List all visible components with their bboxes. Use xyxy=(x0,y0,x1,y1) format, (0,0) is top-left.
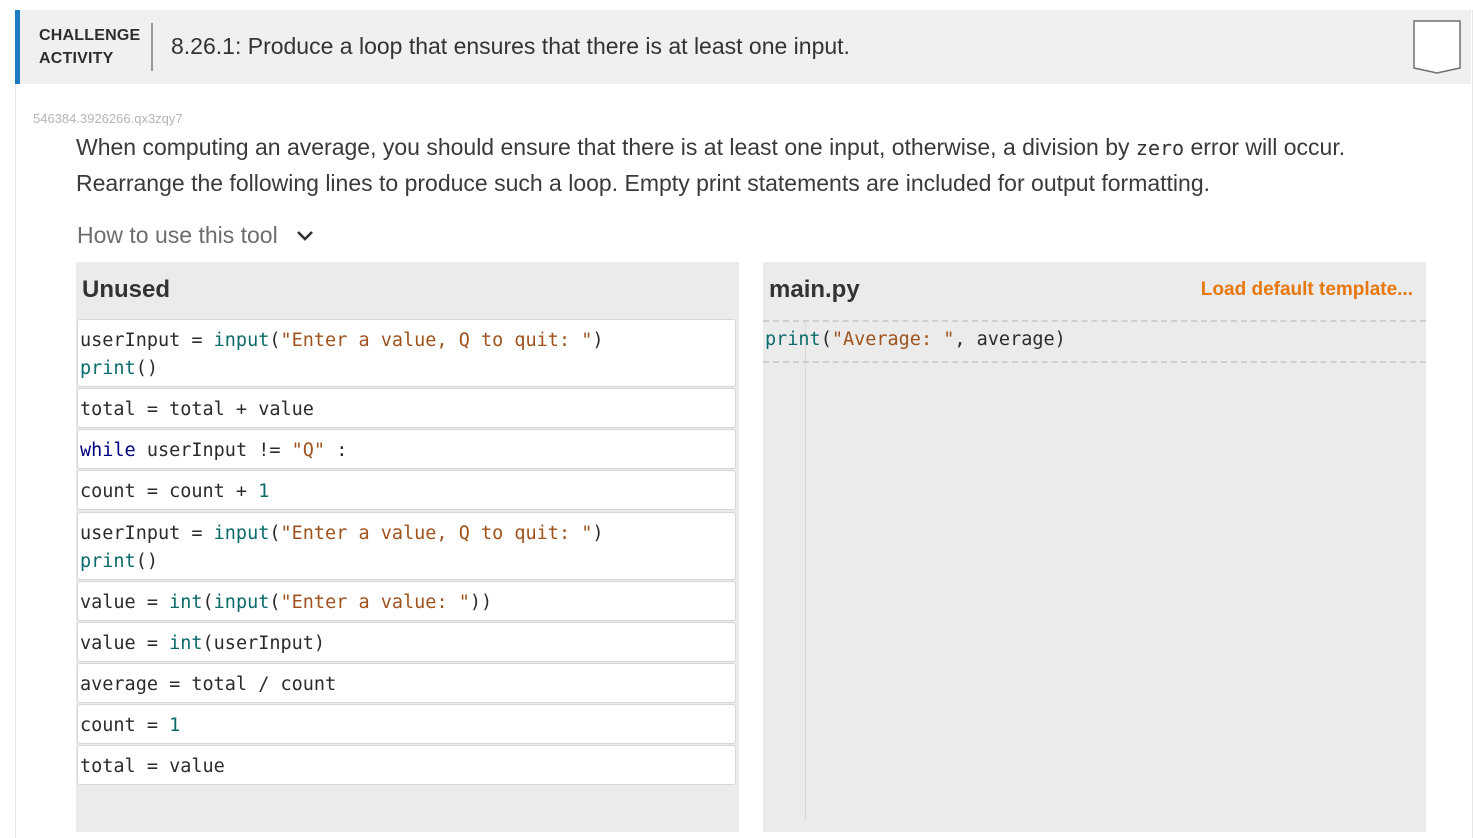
code-block[interactable]: average = total / count xyxy=(77,663,736,703)
indent-guide xyxy=(805,322,806,820)
activity-id: 546384.3926266.qx3zqy7 xyxy=(33,111,183,126)
code-block[interactable]: count = count + 1 xyxy=(77,470,736,510)
how-to-use-toggle[interactable]: How to use this tool xyxy=(77,222,314,249)
code-line: print() xyxy=(80,355,735,383)
code-line: value = int(input("Enter a value: ")) xyxy=(80,589,735,617)
code-block[interactable]: total = value xyxy=(77,745,736,785)
completion-badge-icon xyxy=(1413,20,1461,74)
activity-header: CHALLENGE ACTIVITY 8.26.1: Produce a loo… xyxy=(15,10,1471,84)
code-line: while userInput != "Q" : xyxy=(80,437,735,465)
code-line: total = value xyxy=(80,753,735,781)
code-block[interactable]: total = total + value xyxy=(77,388,736,428)
code-line: userInput = input("Enter a value, Q to q… xyxy=(80,327,735,355)
how-to-use-label: How to use this tool xyxy=(77,222,278,249)
badge-line-1: CHALLENGE xyxy=(39,24,140,47)
challenge-activity-label: CHALLENGE ACTIVITY xyxy=(39,24,140,70)
main-code-line: print("Average: ", average) xyxy=(765,329,1066,350)
code-block[interactable]: count = 1 xyxy=(77,704,736,744)
code-block[interactable]: value = int(userInput) xyxy=(77,622,736,662)
description-code-word: zero xyxy=(1136,136,1184,160)
activity-description: When computing an average, you should en… xyxy=(76,130,1416,201)
code-line: count = 1 xyxy=(80,712,735,740)
unused-panel-title: Unused xyxy=(82,276,170,304)
description-text-3: Rearrange the following lines to produce… xyxy=(76,170,1210,196)
code-line: value = int(userInput) xyxy=(80,630,735,658)
unused-panel[interactable]: Unused userInput = input("Enter a value,… xyxy=(76,262,739,832)
badge-line-2: ACTIVITY xyxy=(39,47,140,70)
load-default-template-link[interactable]: Load default template... xyxy=(1201,279,1413,301)
code-line: total = total + value xyxy=(80,396,735,424)
code-block[interactable]: userInput = input("Enter a value, Q to q… xyxy=(77,319,736,387)
main-py-title: main.py xyxy=(769,276,860,304)
header-divider xyxy=(151,23,153,71)
code-block[interactable]: while userInput != "Q" : xyxy=(77,429,736,469)
code-line: average = total / count xyxy=(80,671,735,699)
chevron-down-icon xyxy=(296,230,314,242)
code-line: count = count + 1 xyxy=(80,478,735,506)
code-block[interactable]: value = int(input("Enter a value: ")) xyxy=(77,581,736,621)
code-line: print() xyxy=(80,548,735,576)
main-py-panel[interactable]: main.py Load default template... print("… xyxy=(763,262,1426,832)
code-line: userInput = input("Enter a value, Q to q… xyxy=(80,520,735,548)
code-block[interactable]: userInput = input("Enter a value, Q to q… xyxy=(77,512,736,580)
description-text-1: When computing an average, you should en… xyxy=(76,134,1130,160)
activity-title: 8.26.1: Produce a loop that ensures that… xyxy=(171,33,850,60)
description-text-2: error will occur. xyxy=(1190,134,1345,160)
